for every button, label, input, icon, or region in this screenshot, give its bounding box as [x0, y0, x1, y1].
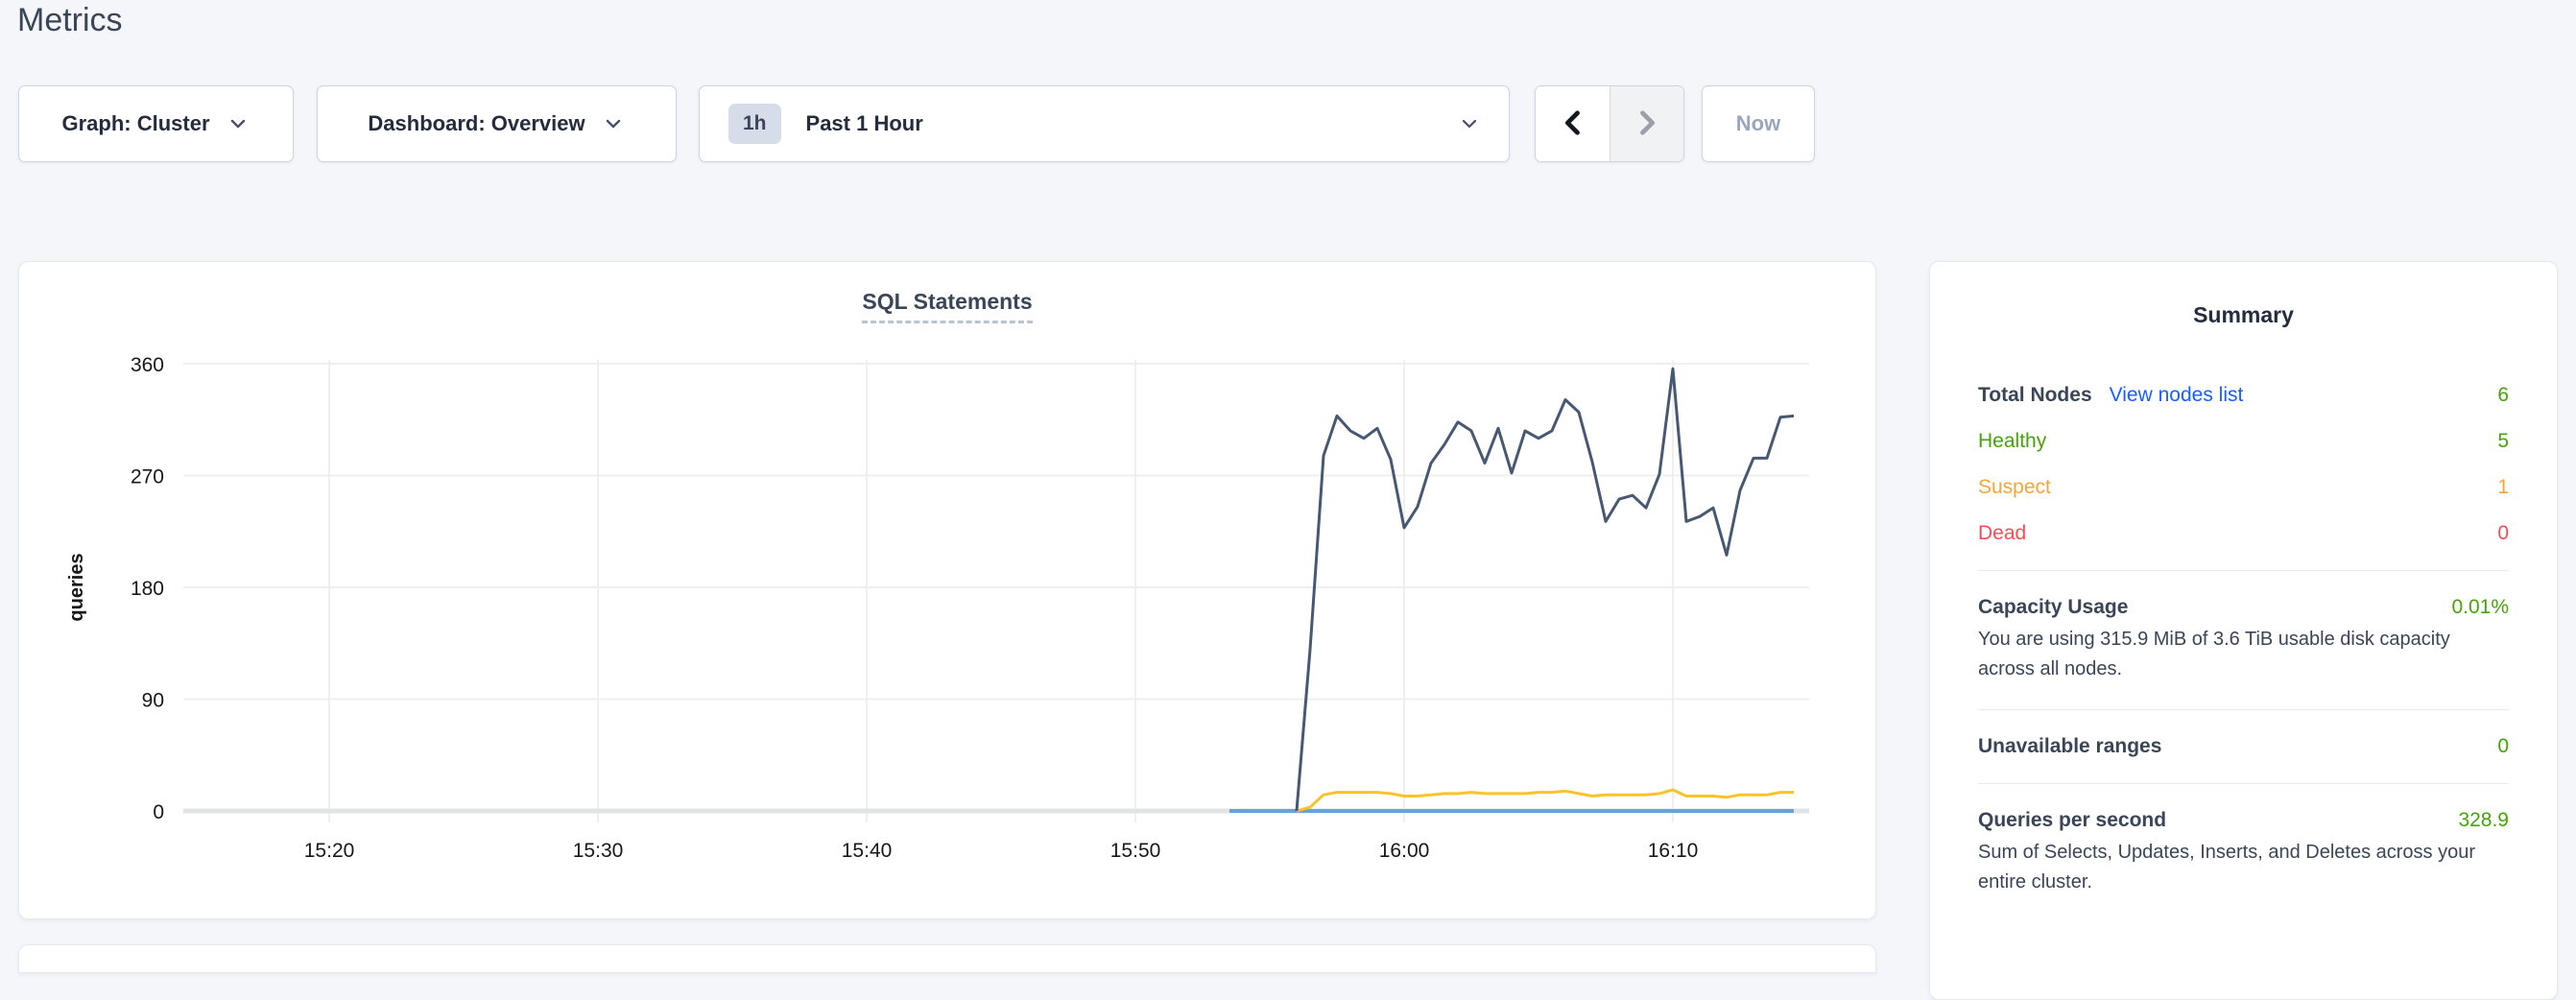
node-status-value: 1 [2497, 476, 2509, 499]
summary-metric-label: Unavailable ranges [1978, 735, 2161, 758]
summary-sections: Capacity Usage 0.01% You are using 315.9 M… [1978, 570, 2509, 897]
time-prev-button[interactable] [1536, 86, 1610, 161]
summary-metric-label: Capacity Usage [1978, 596, 2128, 619]
x-tick-label: 15:20 [304, 840, 355, 862]
chart-line-series-dark-slate [1297, 369, 1794, 811]
arrow-right-icon [1631, 107, 1663, 142]
chevron-down-icon [601, 111, 626, 136]
sql-statements-chart-card: SQL Statements 15:2015:3015:4015:5016:00… [18, 261, 1876, 919]
arrow-left-icon [1557, 107, 1589, 142]
summary-metric-label: Queries per second [1978, 809, 2166, 832]
chevron-down-icon [226, 111, 250, 136]
graph-dropdown[interactable]: Graph: Cluster [18, 85, 294, 162]
chart-line-series-yellow [1297, 790, 1794, 811]
y-axis-label: queries [66, 553, 87, 621]
node-status-label: Suspect [1978, 476, 2051, 499]
dashboard-dropdown[interactable]: Dashboard: Overview [317, 85, 677, 162]
y-tick-label: 180 [131, 578, 164, 600]
summary-metric-row: Capacity Usage 0.01% [1978, 596, 2509, 619]
time-range-badge: 1h [728, 104, 781, 144]
summary-metric-row: Unavailable ranges 0 [1978, 735, 2509, 758]
next-chart-card-partial [18, 944, 1876, 973]
summary-title: Summary [1978, 302, 2509, 328]
node-status-label: Healthy [1978, 430, 2046, 453]
x-tick-label: 15:50 [1110, 840, 1161, 862]
node-status-list: Total Nodes View nodes list 6 Healthy 5 Suspe… [1978, 384, 2509, 545]
summary-metric-value: 0.01% [2451, 596, 2509, 619]
summary-panel: Summary Total Nodes View nodes list 6 Healt… [1929, 261, 2558, 1000]
time-range-label: Past 1 Hour [806, 111, 923, 136]
summary-divider [1978, 783, 2509, 784]
summary-metric-value: 0 [2497, 735, 2509, 758]
summary-metric-value: 328.9 [2458, 809, 2509, 832]
time-range-selector[interactable]: 1h Past 1 Hour [699, 85, 1510, 162]
dashboard-dropdown-label: Dashboard: Overview [368, 111, 584, 136]
summary-metric-caption: You are using 315.9 MiB of 3.6 TiB usabl… [1978, 625, 2509, 684]
summary-divider [1978, 570, 2509, 571]
node-status-row: Total Nodes View nodes list 6 [1978, 384, 2509, 407]
x-tick-label: 15:30 [573, 840, 624, 862]
node-status-row: Dead 0 [1978, 522, 2509, 545]
view-nodes-list-link[interactable]: View nodes list [2110, 384, 2244, 407]
summary-divider [1978, 709, 2509, 710]
chevron-down-icon [1457, 111, 1482, 136]
sql-statements-chart[interactable]: 15:20 15:30 15:40 15:50 16:00 16:10 0 90 180 270 3… [19, 262, 1877, 920]
x-tick-label: 15:40 [842, 840, 893, 862]
node-status-label: Total Nodes [1978, 384, 2092, 407]
y-tick-label: 270 [131, 466, 164, 488]
y-tick-label: 90 [142, 690, 164, 712]
y-tick-label: 360 [131, 354, 164, 376]
node-status-label: Dead [1978, 522, 2026, 545]
y-tick-label: 0 [153, 801, 164, 823]
node-status-value: 6 [2497, 384, 2509, 407]
summary-metric-row: Queries per second 328.9 [1978, 809, 2509, 832]
time-next-button-disabled[interactable] [1610, 86, 1683, 161]
summary-metric-caption: Sum of Selects, Updates, Inserts, and De… [1978, 838, 2509, 897]
node-status-row: Healthy 5 [1978, 430, 2509, 453]
node-status-value: 0 [2497, 522, 2509, 545]
now-button[interactable]: Now [1702, 85, 1815, 162]
x-tick-label: 16:00 [1379, 840, 1430, 862]
graph-dropdown-label: Graph: Cluster [61, 111, 209, 136]
page-title: Metrics [17, 2, 123, 39]
x-tick-label: 16:10 [1648, 840, 1699, 862]
node-status-value: 5 [2497, 430, 2509, 453]
time-window-pager [1535, 85, 1684, 162]
toolbar: Graph: Cluster Dashboard: Overview 1h Pa… [0, 85, 2576, 162]
node-status-row: Suspect 1 [1978, 476, 2509, 499]
